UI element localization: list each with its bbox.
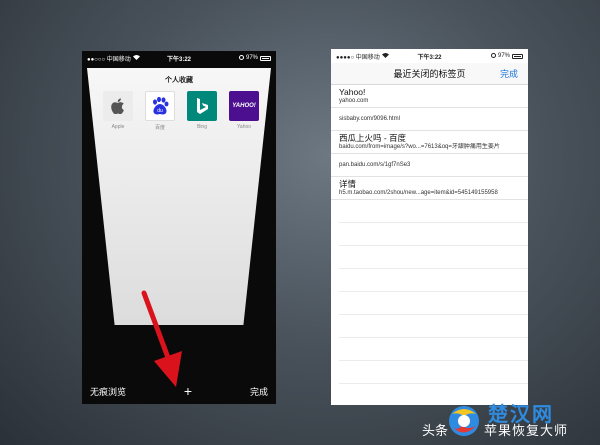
status-bar: ●●●●○ 中国移动 下午3:22 97% bbox=[331, 49, 528, 63]
closed-tab-url: h5.m.taobao.com/2shou/new...age=item&id=… bbox=[339, 190, 498, 196]
empty-row bbox=[339, 246, 528, 269]
favorite-apple[interactable]: Apple bbox=[103, 91, 133, 131]
alarm-icon bbox=[238, 54, 244, 62]
yahoo-logo-text: YAHOO! bbox=[232, 103, 256, 109]
closed-tab-row[interactable]: pan.baidu.com/s/1gf7nSe3 bbox=[331, 154, 528, 177]
favorites-title: 个人收藏 bbox=[165, 77, 193, 84]
closed-tab-url: pan.baidu.com/s/1gf7nSe3 bbox=[339, 162, 411, 168]
clock: 下午3:22 bbox=[166, 56, 192, 63]
closed-tab-title: Yahoo! bbox=[339, 87, 366, 97]
watermark-logo-icon bbox=[449, 406, 479, 436]
closed-tab-row[interactable]: 西瓜上火吗 - 百度 baidu.com/from=image/s?wo...=… bbox=[331, 131, 528, 154]
carrier-label: ●●●●○ 中国移动 bbox=[336, 54, 380, 61]
watermark: 头条 楚汉网 苹果恢复大师 bbox=[422, 398, 600, 445]
apple-icon bbox=[103, 91, 133, 121]
favorites-grid: Apple du 百度 Bing YAHOO! Yahoo bbox=[103, 91, 259, 131]
closed-tab-url: yahoo.com bbox=[339, 98, 369, 104]
closed-tab-row[interactable]: Yahoo! yahoo.com bbox=[331, 85, 528, 108]
watermark-prefix: 头条 bbox=[422, 423, 449, 438]
wifi-icon bbox=[132, 54, 140, 62]
annotation-arrow-icon bbox=[141, 290, 182, 387]
closed-tab-url: sisbaby.com/9096.html bbox=[339, 116, 400, 122]
clock: 下午3:22 bbox=[417, 54, 442, 61]
bing-icon bbox=[187, 91, 217, 121]
tab-card-favorites[interactable]: 个人收藏 Apple du 百度 Bing YAHOO! Yahoo bbox=[87, 68, 271, 325]
yahoo-icon: YAHOO! bbox=[229, 91, 259, 121]
carrier-label: ●●○○○ 中国移动 bbox=[87, 56, 131, 63]
baidu-icon: du bbox=[145, 91, 175, 121]
closed-tabs-list: Yahoo! yahoo.com sisbaby.com/9096.html 西… bbox=[331, 85, 528, 384]
done-button[interactable]: 完成 bbox=[500, 67, 518, 80]
empty-row bbox=[339, 223, 528, 246]
empty-row bbox=[339, 292, 528, 315]
favorite-label: Yahoo bbox=[236, 124, 252, 130]
favorite-yahoo[interactable]: YAHOO! Yahoo bbox=[229, 91, 259, 131]
closed-tab-row[interactable]: sisbaby.com/9096.html bbox=[331, 108, 528, 131]
alarm-icon bbox=[490, 52, 496, 60]
battery-percent: 97% bbox=[497, 53, 510, 59]
battery-percent: 97% bbox=[245, 55, 258, 61]
page-title: 最近关闭的标签页 bbox=[393, 69, 466, 79]
empty-row bbox=[339, 338, 528, 361]
done-button[interactable]: 完成 bbox=[250, 385, 268, 398]
favorite-label: Apple bbox=[111, 124, 125, 130]
empty-row bbox=[339, 200, 528, 223]
right-phone-screen: ●●●●○ 中国移动 下午3:22 97% 最近关闭的标签页 完成 Yahoo!… bbox=[331, 49, 528, 405]
closed-tab-row[interactable]: 详情 h5.m.taobao.com/2shou/new...age=item&… bbox=[331, 177, 528, 200]
closed-tab-title: 西瓜上火吗 - 百度 bbox=[339, 133, 407, 143]
closed-tab-url: baidu.com/from=image/s?wo...=7613&oq=牙龈肿… bbox=[339, 144, 500, 150]
status-bar: ●●○○○ 中国移动 下午3:22 97% bbox=[82, 51, 276, 65]
closed-tab-title: 详情 bbox=[339, 179, 357, 189]
battery-icon bbox=[512, 53, 523, 59]
battery-icon bbox=[260, 55, 271, 61]
empty-row bbox=[339, 315, 528, 338]
private-browsing-button[interactable]: 无痕浏览 bbox=[90, 385, 126, 398]
favorite-label: 百度 bbox=[154, 125, 165, 131]
wifi-icon bbox=[381, 52, 389, 60]
favorite-bing[interactable]: Bing bbox=[187, 91, 217, 131]
svg-text:du: du bbox=[157, 108, 163, 114]
watermark-subtitle: 苹果恢复大师 bbox=[484, 423, 569, 438]
favorite-baidu[interactable]: du 百度 bbox=[145, 91, 175, 131]
favorite-label: Bing bbox=[196, 124, 207, 130]
empty-row bbox=[339, 269, 528, 292]
nav-bar: 最近关闭的标签页 完成 bbox=[331, 63, 528, 85]
empty-row bbox=[339, 361, 528, 384]
